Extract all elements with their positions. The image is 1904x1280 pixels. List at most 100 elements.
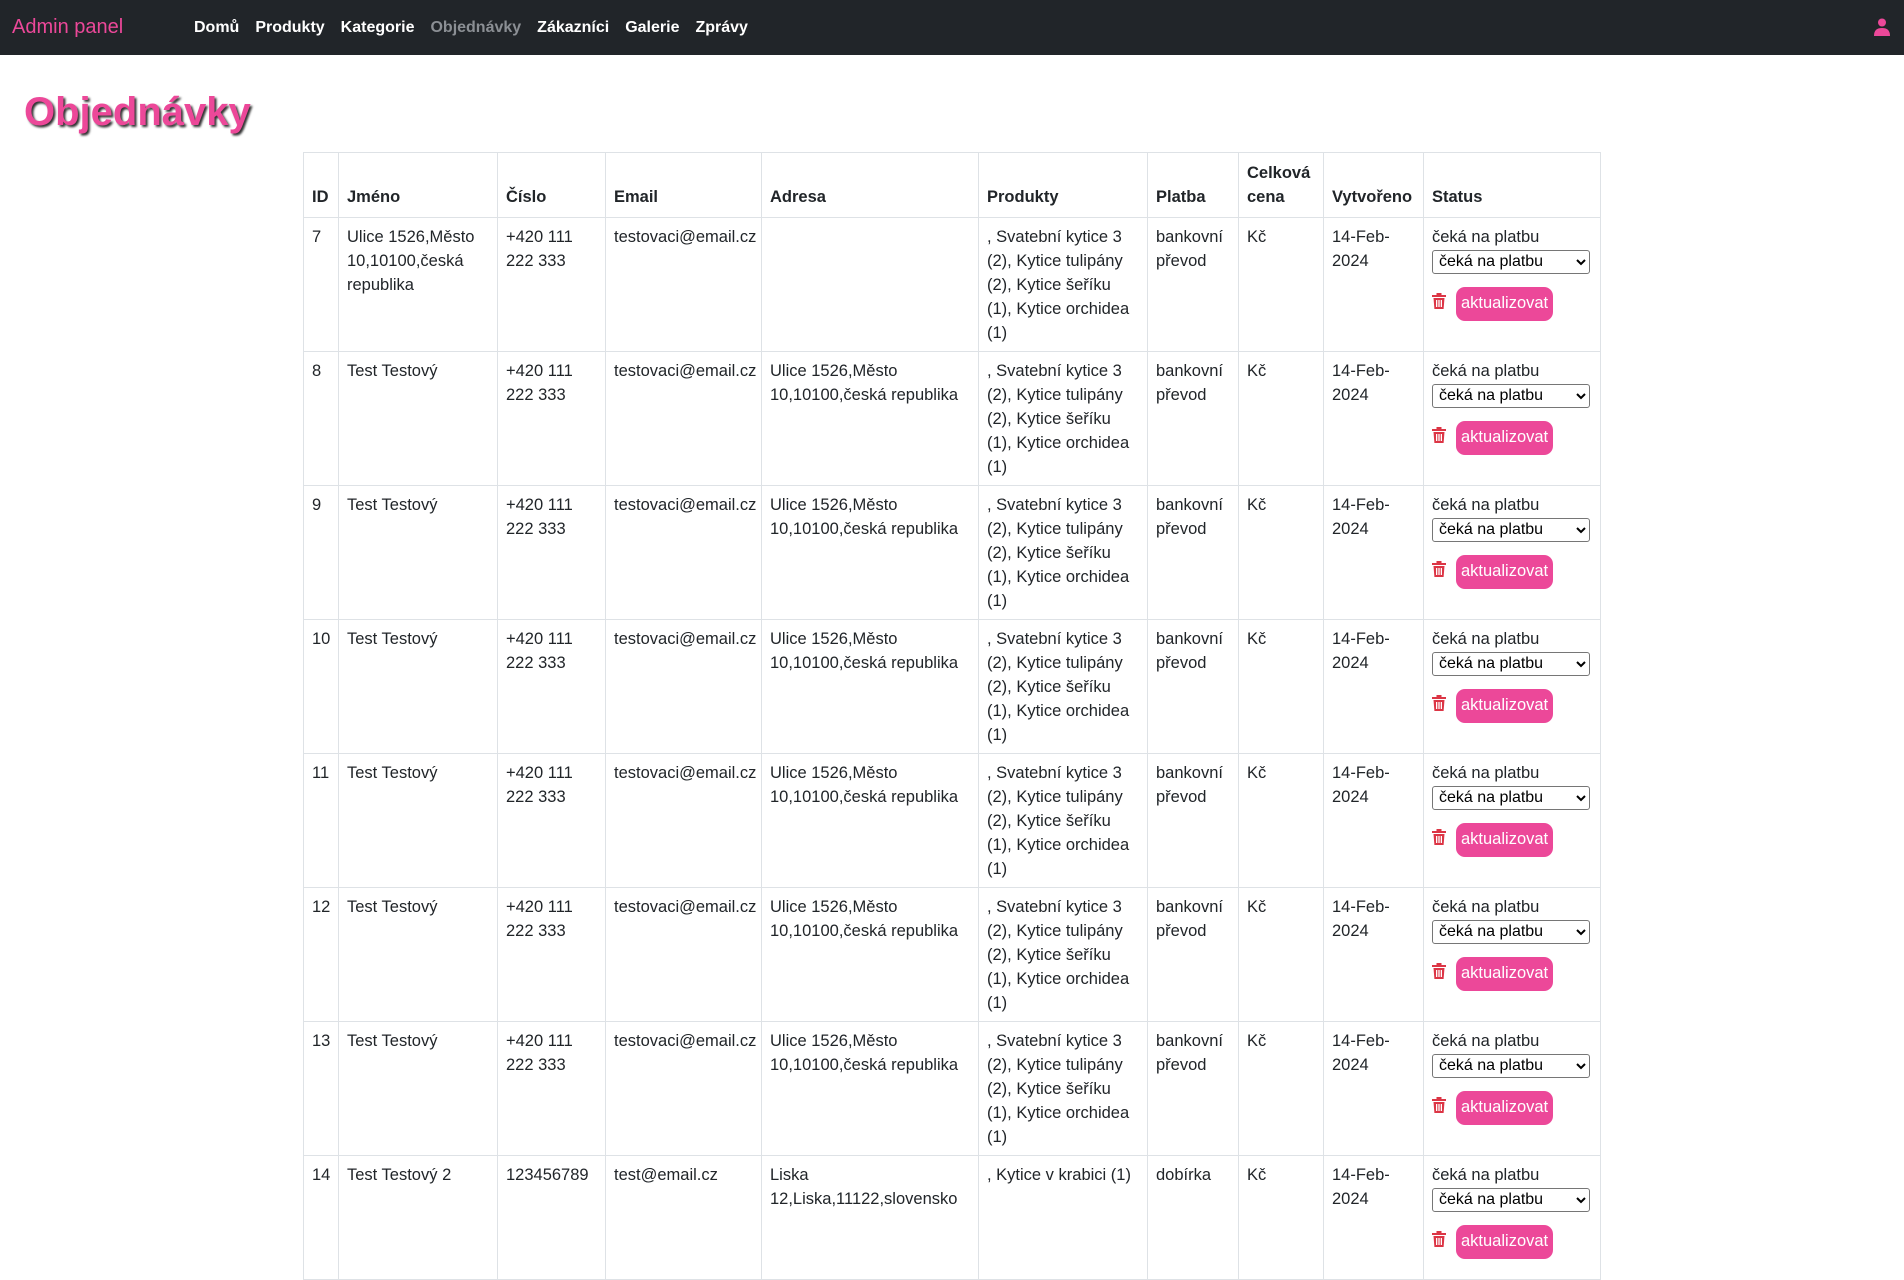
trash-icon[interactable] [1432, 694, 1446, 711]
nav-link-objednavky[interactable]: Objednávky [430, 19, 521, 37]
cell-payment: bankovní převod [1147, 887, 1239, 1022]
nav-link-kategorie[interactable]: Kategorie [341, 19, 415, 37]
status-select[interactable]: čeká na platbu [1432, 919, 1590, 944]
update-button[interactable]: aktualizovat [1456, 956, 1554, 991]
cell-created: 14-Feb-2024 [1323, 619, 1424, 754]
trash-icon[interactable] [1432, 426, 1446, 443]
header-id: ID [303, 152, 339, 218]
orders-table-container: ID Jméno Číslo Email Adresa Produkty Pla… [303, 152, 1601, 1280]
cell-products: , Svatební kytice 3 (2), Kytice tulipány… [978, 485, 1148, 620]
cell-total: Kč [1238, 217, 1324, 352]
table-row: 13 Test Testový +420 111 222 333 testova… [303, 1021, 1601, 1156]
update-button[interactable]: aktualizovat [1456, 822, 1554, 857]
row-actions: aktualizovat [1432, 956, 1592, 991]
cell-id: 10 [303, 619, 339, 754]
cell-address [761, 217, 979, 352]
header-payment: Platba [1147, 152, 1239, 218]
update-button[interactable]: aktualizovat [1456, 1090, 1554, 1125]
status-select[interactable]: čeká na platbu [1432, 785, 1590, 810]
cell-name: Test Testový [338, 887, 498, 1022]
cell-created: 14-Feb-2024 [1323, 217, 1424, 352]
cell-created: 14-Feb-2024 [1323, 485, 1424, 620]
cell-name: Test Testový [338, 485, 498, 620]
cell-status: čeká na platbu čeká na platbu aktualizov… [1423, 485, 1601, 620]
status-select[interactable]: čeká na platbu [1432, 651, 1590, 676]
update-button[interactable]: aktualizovat [1456, 554, 1554, 589]
cell-id: 11 [303, 753, 339, 888]
cell-status: čeká na platbu čeká na platbu aktualizov… [1423, 887, 1601, 1022]
cell-address: Ulice 1526,Město 10,10100,česká republik… [761, 351, 979, 486]
trash-icon[interactable] [1432, 962, 1446, 979]
cell-email: testovaci@email.cz [605, 753, 762, 888]
cell-address: Ulice 1526,Město 10,10100,česká republik… [761, 887, 979, 1022]
trash-icon[interactable] [1432, 292, 1446, 309]
nav-link-produkty[interactable]: Produkty [255, 19, 324, 37]
status-text: čeká na platbu [1432, 898, 1540, 916]
trash-icon[interactable] [1432, 1096, 1446, 1113]
cell-name: Test Testový [338, 1021, 498, 1156]
cell-status: čeká na platbu čeká na platbu aktualizov… [1423, 351, 1601, 486]
row-actions: aktualizovat [1432, 286, 1592, 321]
header-email: Email [605, 152, 762, 218]
cell-status: čeká na platbu čeká na platbu aktualizov… [1423, 753, 1601, 888]
cell-created: 14-Feb-2024 [1323, 1021, 1424, 1156]
nav-link-zpravy[interactable]: Zprávy [695, 19, 747, 37]
cell-total: Kč [1238, 753, 1324, 888]
table-row: 8 Test Testový +420 111 222 333 testovac… [303, 351, 1601, 486]
row-actions: aktualizovat [1432, 554, 1592, 589]
status-select[interactable]: čeká na platbu [1432, 383, 1590, 408]
cell-payment: bankovní převod [1147, 619, 1239, 754]
cell-email: testovaci@email.cz [605, 351, 762, 486]
cell-status: čeká na platbu čeká na platbu aktualizov… [1423, 619, 1601, 754]
nav-links: Domů Produkty Kategorie Objednávky Zákaz… [194, 19, 764, 37]
cell-id: 9 [303, 485, 339, 620]
cell-created: 14-Feb-2024 [1323, 753, 1424, 888]
cell-id: 12 [303, 887, 339, 1022]
row-actions: aktualizovat [1432, 1224, 1592, 1259]
nav-link-galerie[interactable]: Galerie [625, 19, 679, 37]
nav-link-zakaznici[interactable]: Zákazníci [537, 19, 609, 37]
update-button[interactable]: aktualizovat [1456, 286, 1554, 321]
table-row: 7 Ulice 1526,Město 10,10100,česká republ… [303, 217, 1601, 352]
cell-address: Ulice 1526,Město 10,10100,česká republik… [761, 485, 979, 620]
cell-status: čeká na platbu čeká na platbu aktualizov… [1423, 1021, 1601, 1156]
table-row: 10 Test Testový +420 111 222 333 testova… [303, 619, 1601, 754]
cell-created: 14-Feb-2024 [1323, 887, 1424, 1022]
cell-products: , Svatební kytice 3 (2), Kytice tulipány… [978, 351, 1148, 486]
cell-id: 8 [303, 351, 339, 486]
status-text: čeká na platbu [1432, 1166, 1540, 1184]
status-select[interactable]: čeká na platbu [1432, 517, 1590, 542]
update-button[interactable]: aktualizovat [1456, 420, 1554, 455]
cell-phone: +420 111 222 333 [497, 619, 606, 754]
cell-status: čeká na platbu čeká na platbu aktualizov… [1423, 217, 1601, 352]
cell-email: testovaci@email.cz [605, 619, 762, 754]
brand-link[interactable]: Admin panel [12, 16, 194, 39]
table-row: 9 Test Testový +420 111 222 333 testovac… [303, 485, 1601, 620]
cell-products: , Svatební kytice 3 (2), Kytice tulipány… [978, 753, 1148, 888]
cell-payment: bankovní převod [1147, 1021, 1239, 1156]
page-title: Objednávky [24, 90, 251, 134]
orders-table: ID Jméno Číslo Email Adresa Produkty Pla… [303, 152, 1601, 1280]
cell-email: testovaci@email.cz [605, 1021, 762, 1156]
update-button[interactable]: aktualizovat [1456, 688, 1554, 723]
cell-id: 7 [303, 217, 339, 352]
header-address: Adresa [761, 152, 979, 218]
cell-email: testovaci@email.cz [605, 217, 762, 352]
cell-total: Kč [1238, 1021, 1324, 1156]
cell-payment: bankovní převod [1147, 753, 1239, 888]
trash-icon[interactable] [1432, 1230, 1446, 1247]
cell-phone: +420 111 222 333 [497, 217, 606, 352]
cell-id: 13 [303, 1021, 339, 1156]
header-status: Status [1423, 152, 1601, 218]
status-select[interactable]: čeká na platbu [1432, 249, 1590, 274]
trash-icon[interactable] [1432, 560, 1446, 577]
status-text: čeká na platbu [1432, 1032, 1540, 1050]
row-actions: aktualizovat [1432, 1090, 1592, 1125]
cell-total: Kč [1238, 887, 1324, 1022]
nav-link-domu[interactable]: Domů [194, 19, 239, 37]
status-select[interactable]: čeká na platbu [1432, 1187, 1590, 1212]
trash-icon[interactable] [1432, 828, 1446, 845]
update-button[interactable]: aktualizovat [1456, 1224, 1554, 1259]
user-icon[interactable] [1874, 18, 1890, 36]
status-select[interactable]: čeká na platbu [1432, 1053, 1590, 1078]
